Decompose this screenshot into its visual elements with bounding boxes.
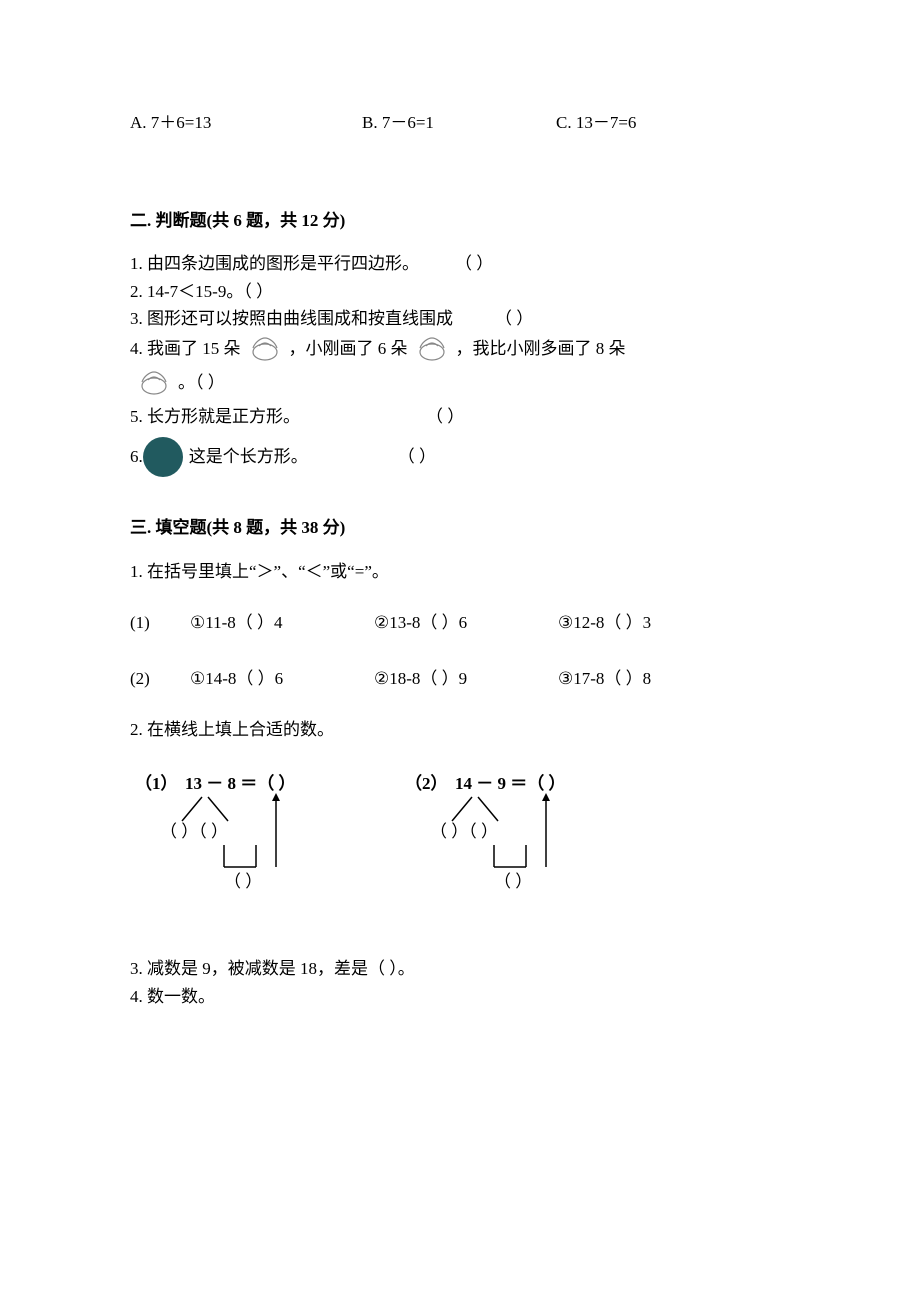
s2-q1: 1. 由四条边围成的图形是平行四边形。 （ ）: [130, 251, 790, 277]
s3-row1-c1: ①11-8（ ）4: [190, 610, 374, 636]
flower-icon: [130, 368, 178, 398]
s2-q1-paren: （ ）: [455, 251, 493, 277]
s3-q1: 1. 在括号里填上“＞”、“＜”或“=”。: [130, 559, 790, 585]
s2-q2-text: 2. 14-7＜15-9。（ ）: [130, 282, 273, 301]
s2-q6-post: 这是个长方形。: [189, 444, 308, 470]
s2-q2: 2. 14-7＜15-9。（ ）: [130, 279, 790, 305]
section-2-heading: 二. 判断题(共 6 题，共 12 分): [130, 208, 790, 234]
s3-row2-c3: ③17-8（ ）8: [558, 666, 742, 692]
s2-q6-pre: 6.: [130, 444, 143, 470]
s3-q4: 4. 数一数。: [130, 984, 790, 1010]
s3-q2: 2. 在横线上填上合适的数。: [130, 717, 790, 743]
s3-row1-lead: (1): [130, 610, 190, 636]
d1-label: （1）: [135, 773, 178, 793]
s3-q1-row2: (2) ①14-8（ ）6 ②18-8（ ）9 ③17-8（ ）8: [130, 666, 790, 692]
s3-row2-c2: ②18-8（ ）9: [374, 666, 558, 692]
d1-single: （ ）: [224, 872, 262, 891]
page: A. 7＋6=13 B. 7－6=1 C. 13－7=6 二. 判断题(共 6 …: [0, 0, 920, 1051]
s3-q2-text: 2. 在横线上填上合适的数。: [130, 720, 334, 739]
d2-expr: 14 － 9 ＝（ ）: [455, 773, 566, 793]
s2-q5-text: 5. 长方形就是正方形。: [130, 404, 300, 430]
d2-single: （ ）: [494, 872, 532, 891]
circle-icon: [143, 437, 183, 477]
choice-b: B. 7－6=1: [362, 110, 556, 136]
decomposition-diagrams: （1） 13 － 8 ＝（ ） （ ）（ ） （ ） （2）: [130, 771, 790, 909]
diagram-1: （1） 13 － 8 ＝（ ） （ ）（ ） （ ）: [130, 771, 360, 909]
s2-q6: 6. 这是个长方形。 （ ）: [130, 437, 790, 477]
choice-a: A. 7＋6=13: [130, 110, 362, 136]
s3-row1-c2: ②13-8（ ）6: [374, 610, 558, 636]
s2-q3: 3. 图形还可以按照由曲线围成和按直线围成 （ ）: [130, 306, 790, 332]
s2-q6-paren: （ ）: [398, 444, 436, 470]
d2-label: （2）: [405, 773, 448, 793]
s2-q3-text: 3. 图形还可以按照由曲线围成和按直线围成: [130, 306, 453, 332]
s3-row1-c3: ③12-8（ ）3: [558, 610, 742, 636]
choice-c: C. 13－7=6: [556, 110, 636, 136]
multiple-choice-row: A. 7＋6=13 B. 7－6=1 C. 13－7=6: [130, 110, 790, 136]
s3-q3: 3. 减数是 9，被减数是 18，差是（ ）。: [130, 956, 790, 982]
d2-pair: （ ）（ ）: [430, 822, 498, 841]
flower-icon: [408, 334, 456, 364]
s2-q3-paren: （ ）: [495, 306, 533, 332]
s2-q4-line2: 。（ ）: [130, 368, 790, 398]
diagram-2: （2） 14 － 9 ＝（ ） （ ）（ ） （ ）: [400, 771, 630, 909]
d1-expr: 13 － 8 ＝（ ）: [185, 773, 296, 793]
s2-q1-text: 1. 由四条边围成的图形是平行四边形。: [130, 251, 419, 277]
s2-q5-paren: （ ）: [426, 404, 464, 430]
s2-q4-mid: ，小刚画了 6 朵: [289, 336, 408, 362]
s2-q4-pre: 4. 我画了 15 朵: [130, 336, 241, 362]
s3-q1-row1: (1) ①11-8（ ）4 ②13-8（ ）6 ③12-8（ ）3: [130, 610, 790, 636]
s3-q4-text: 4. 数一数。: [130, 987, 215, 1006]
s3-row2-c1: ①14-8（ ）6: [190, 666, 374, 692]
d1-pair: （ ）（ ）: [160, 822, 228, 841]
s3-q1-text: 1. 在括号里填上“＞”、“＜”或“=”。: [130, 562, 389, 581]
flower-icon: [241, 334, 289, 364]
s3-row2-lead: (2): [130, 666, 190, 692]
s2-q4: 4. 我画了 15 朵 ，小刚画了 6 朵 ，我比小刚多画了 8 朵: [130, 334, 790, 364]
s2-q4-end: 。（ ）: [178, 370, 225, 396]
section-3-heading: 三. 填空题(共 8 题，共 38 分): [130, 515, 790, 541]
s2-q5: 5. 长方形就是正方形。 （ ）: [130, 404, 790, 430]
s3-q3-text: 3. 减数是 9，被减数是 18，差是（ ）。: [130, 959, 415, 978]
s2-q4-post: ，我比小刚多画了 8 朵: [456, 336, 626, 362]
